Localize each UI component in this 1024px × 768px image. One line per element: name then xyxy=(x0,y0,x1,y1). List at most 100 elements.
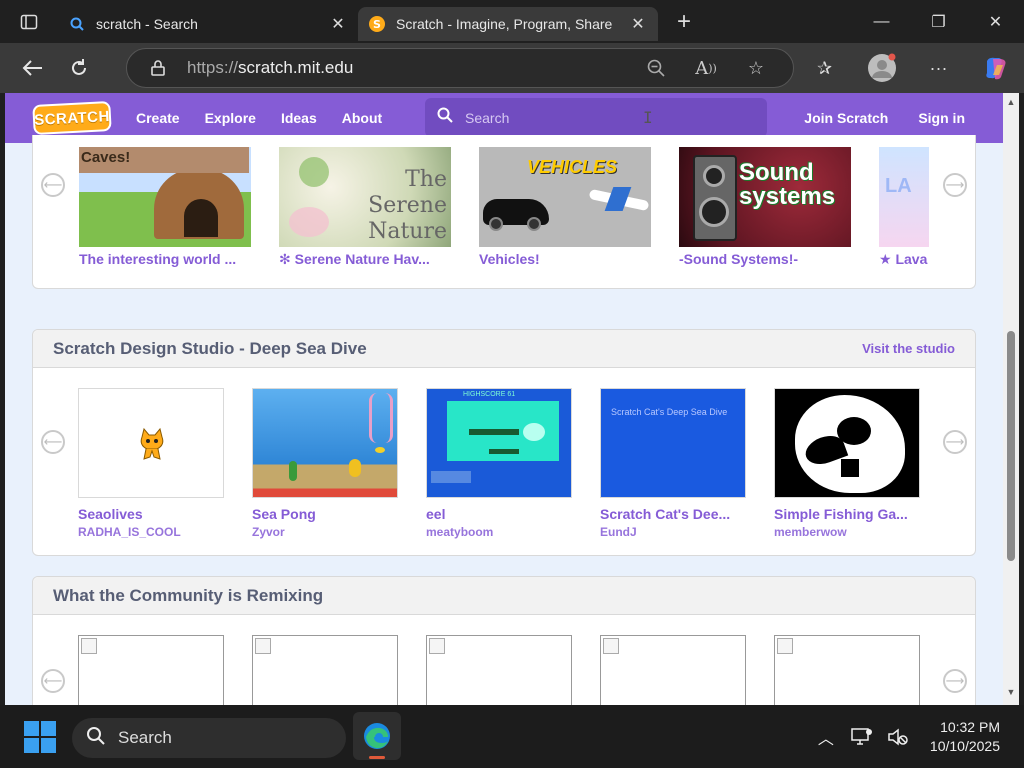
project-thumbnail[interactable] xyxy=(78,388,224,498)
project-author[interactable]: EundJ xyxy=(600,525,746,539)
project-thumbnail[interactable]: Sound systems xyxy=(679,147,851,247)
nav-explore[interactable]: Explore xyxy=(205,110,256,126)
project-thumbnail[interactable]: The Serene Nature Haven xyxy=(279,147,451,247)
taskbar-search[interactable]: Search xyxy=(72,718,346,758)
project-title[interactable]: ✻ Serene Nature Hav... xyxy=(279,251,451,268)
show-hidden-icons-icon[interactable]: ︿ xyxy=(808,725,844,749)
project-author[interactable]: RADHA_IS_COOL xyxy=(78,525,224,539)
page-scrollbar[interactable]: ▲ ▼ xyxy=(1003,93,1019,705)
carousel-prev-icon[interactable]: ⟵ xyxy=(41,430,65,454)
windows-start-icon[interactable] xyxy=(24,720,56,753)
carousel-next-icon[interactable]: ⟶ xyxy=(943,669,967,693)
thumb-title: VEHICLES xyxy=(527,157,618,177)
project-title[interactable]: The interesting world ... xyxy=(79,251,251,267)
tab-scratch-home[interactable]: S Scratch - Imagine, Program, Share ✕ xyxy=(358,6,658,41)
tab-title: scratch - Search xyxy=(96,15,198,32)
project-card[interactable]: Simple Fishing Ga... memberwow xyxy=(774,388,920,539)
scratch-logo[interactable]: SCRATCH xyxy=(32,100,112,136)
carousel-prev-icon[interactable]: ⟵ xyxy=(41,173,65,197)
scroll-up-icon[interactable]: ▲ xyxy=(1006,97,1016,107)
project-thumbnail[interactable]: VEHICLES xyxy=(479,147,651,247)
refresh-button[interactable] xyxy=(56,48,102,88)
url-prefix: https:// xyxy=(187,58,239,77)
lock-icon[interactable] xyxy=(149,60,167,76)
copilot-icon[interactable] xyxy=(967,55,1024,81)
more-options-icon[interactable]: ··· xyxy=(910,58,967,79)
refresh-icon xyxy=(72,59,86,75)
project-card[interactable]: Caves! The interesting world ... xyxy=(79,147,251,267)
scratch-search-input[interactable]: Search I xyxy=(425,98,767,137)
favorites-icon[interactable]: ✰ xyxy=(796,58,853,79)
favorite-star-icon[interactable]: ☆ xyxy=(731,58,781,79)
project-title[interactable]: Vehicles! xyxy=(479,251,651,267)
project-author[interactable]: meatyboom xyxy=(426,525,572,539)
nav-ideas[interactable]: Ideas xyxy=(281,110,317,126)
visit-studio-link[interactable]: Visit the studio xyxy=(862,341,955,356)
scroll-down-icon[interactable]: ▼ xyxy=(1006,687,1016,697)
carousel-prev-icon[interactable]: ⟵ xyxy=(41,669,65,693)
project-card[interactable]: Sea Pong Zyvor xyxy=(252,388,398,539)
project-title[interactable]: Seaolives xyxy=(78,506,224,522)
project-card[interactable]: VEHICLES Vehicles! xyxy=(479,147,651,267)
project-author[interactable]: Zyvor xyxy=(252,525,398,539)
project-title[interactable]: Scratch Cat's Dee... xyxy=(600,506,746,522)
project-thumbnail[interactable]: Scratch Cat's Deep Sea Dive xyxy=(600,388,746,498)
carousel-next-icon[interactable]: ⟶ xyxy=(943,430,967,454)
edge-taskbar-icon[interactable] xyxy=(353,712,401,760)
join-scratch-link[interactable]: Join Scratch xyxy=(804,110,888,126)
clock-date: 10/10/2025 xyxy=(929,737,1000,754)
read-aloud-icon[interactable]: A)) xyxy=(681,58,731,79)
project-title[interactable]: ★ Lava xyxy=(879,251,929,268)
project-thumbnail[interactable] xyxy=(774,635,920,705)
scrollbar-thumb[interactable] xyxy=(1007,331,1015,561)
project-title[interactable]: Simple Fishing Ga... xyxy=(774,506,920,522)
nav-create[interactable]: Create xyxy=(136,110,180,126)
thumb-title: Scratch Cat's Deep Sea Dive xyxy=(611,407,728,417)
taskbar-clock[interactable]: 10:32 PM 10/10/2025 xyxy=(930,718,1000,756)
project-title[interactable]: eel xyxy=(426,506,572,522)
section-title: Scratch Design Studio - Deep Sea Dive xyxy=(53,338,367,358)
thumb-title: Caves! xyxy=(81,149,131,166)
project-thumbnail[interactable] xyxy=(774,388,920,498)
volume-muted-icon[interactable] xyxy=(880,727,916,746)
project-card[interactable]: Scratch Cat's Deep Sea Dive Scratch Cat'… xyxy=(600,388,746,539)
zoom-out-icon[interactable] xyxy=(631,58,681,79)
project-card[interactable]: LA ★ Lava xyxy=(879,147,929,268)
profile-avatar[interactable] xyxy=(853,53,910,83)
tab-actions-button[interactable] xyxy=(0,0,58,43)
bing-search-icon xyxy=(68,15,86,33)
project-thumbnail[interactable]: HIGHSCORE 61 xyxy=(426,388,572,498)
carousel-next-icon[interactable]: ⟶ xyxy=(943,173,967,197)
new-tab-button[interactable]: + xyxy=(664,5,704,39)
project-thumbnail[interactable]: LA xyxy=(879,147,929,247)
project-title[interactable]: Sea Pong xyxy=(252,506,398,522)
project-card[interactable]: HIGHSCORE 61 eel meatyboom xyxy=(426,388,572,539)
close-tab-icon[interactable]: ✕ xyxy=(328,14,348,34)
search-placeholder: Search xyxy=(465,109,510,126)
thumb-title: The Serene Nature Haven xyxy=(368,167,447,247)
search-icon xyxy=(437,107,453,128)
project-thumbnail[interactable] xyxy=(78,635,224,705)
nav-about[interactable]: About xyxy=(342,110,382,126)
address-bar[interactable]: https://scratch.mit.edu A)) ☆ xyxy=(126,48,794,88)
project-thumbnail[interactable]: Caves! xyxy=(79,147,251,247)
project-thumbnail[interactable] xyxy=(600,635,746,705)
project-card[interactable]: Sound systems -Sound Systems!- xyxy=(679,147,851,267)
close-window-icon[interactable]: ✕ xyxy=(967,0,1024,43)
maximize-icon[interactable]: ❐ xyxy=(910,0,967,43)
minimize-icon[interactable]: — xyxy=(853,0,910,43)
project-title[interactable]: -Sound Systems!- xyxy=(679,251,851,267)
back-button[interactable] xyxy=(10,48,56,88)
network-icon[interactable] xyxy=(844,727,880,746)
project-thumbnail[interactable] xyxy=(252,635,398,705)
project-card[interactable]: Seaolives RADHA_IS_COOL xyxy=(78,388,224,539)
url-host: scratch.mit.edu xyxy=(238,58,354,77)
sign-in-link[interactable]: Sign in xyxy=(918,110,965,126)
project-card[interactable]: The Serene Nature Haven ✻ Serene Nature … xyxy=(279,147,451,268)
tab-scratch-search[interactable]: scratch - Search ✕ xyxy=(58,7,358,41)
project-thumbnail[interactable] xyxy=(252,388,398,498)
taskbar-search-label: Search xyxy=(118,728,172,747)
project-thumbnail[interactable] xyxy=(426,635,572,705)
close-tab-icon[interactable]: ✕ xyxy=(628,14,648,34)
project-author[interactable]: memberwow xyxy=(774,525,920,539)
